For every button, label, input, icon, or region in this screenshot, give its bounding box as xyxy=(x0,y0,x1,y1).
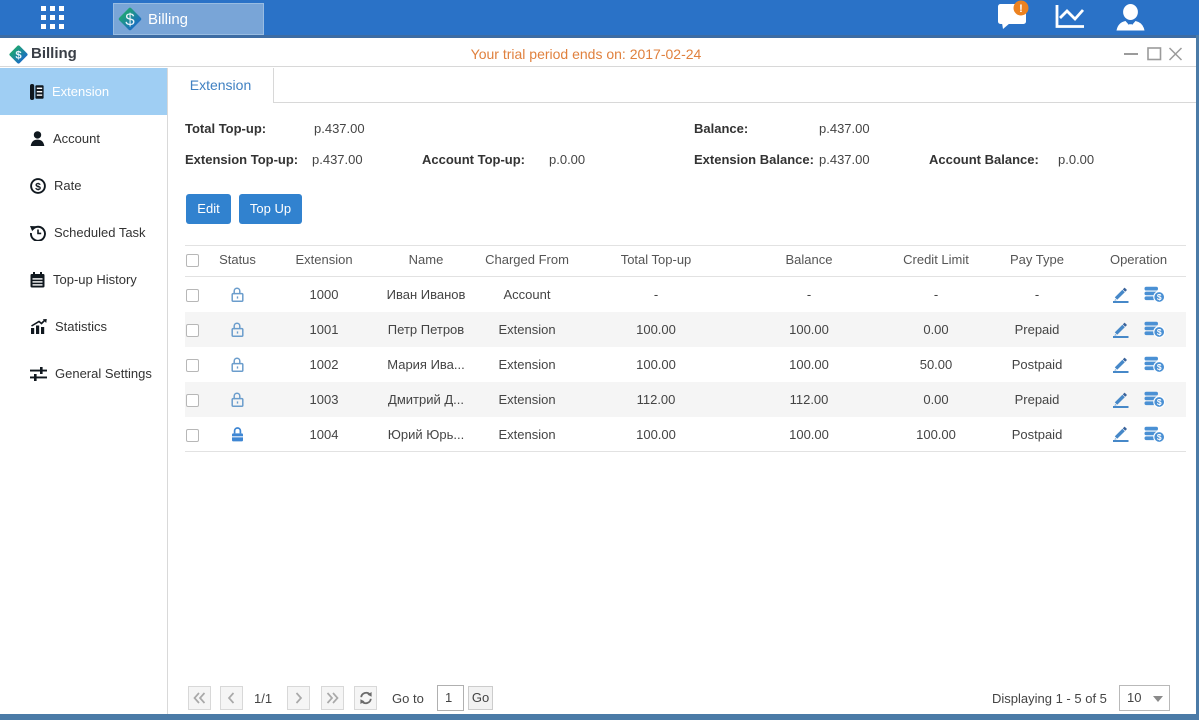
svg-text:$: $ xyxy=(1157,362,1162,372)
svg-text:$: $ xyxy=(1157,292,1162,302)
svg-text:$: $ xyxy=(15,50,22,62)
svg-text:!: ! xyxy=(1019,3,1023,15)
svg-text:$: $ xyxy=(35,181,41,193)
svg-text:$: $ xyxy=(1157,432,1162,442)
svg-text:$: $ xyxy=(125,10,135,29)
svg-text:$: $ xyxy=(1157,397,1162,407)
svg-text:$: $ xyxy=(1157,327,1162,337)
